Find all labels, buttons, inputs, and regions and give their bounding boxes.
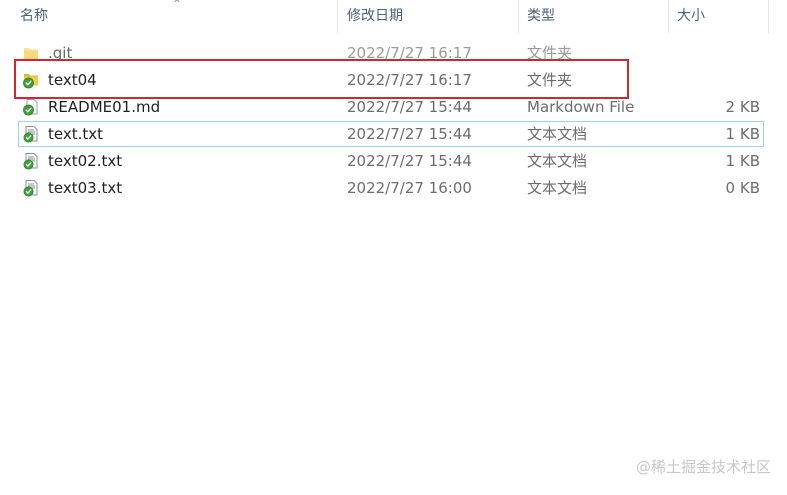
watermark: @稀土掘金技术社区	[635, 458, 771, 476]
file-name: text03.txt	[48, 179, 123, 197]
file-type: 文本文档	[527, 179, 588, 197]
file-type: 文件夹	[527, 71, 573, 89]
file-list: .git 2022/7/27 16:17 文件夹 text04 2022/7/2…	[0, 40, 787, 202]
file-name: text.txt	[48, 125, 104, 143]
file-size: 1 KB	[725, 125, 760, 143]
file-name: .git	[48, 44, 73, 62]
column-header-name[interactable]: 名称	[20, 0, 48, 33]
column-divider[interactable]	[668, 0, 669, 33]
file-row[interactable]: text03.txt 2022/7/27 16:00 文本文档 0 KB	[0, 175, 787, 202]
file-row[interactable]: .git 2022/7/27 16:17 文件夹	[0, 40, 787, 67]
text-file-synced-icon	[22, 125, 40, 143]
column-header: ⌃ 名称 修改日期 类型 大小	[0, 0, 787, 33]
file-type: 文件夹	[527, 44, 573, 62]
text-file-synced-icon	[22, 179, 40, 197]
file-type: Markdown File	[527, 98, 635, 116]
column-header-type[interactable]: 类型	[527, 0, 555, 33]
file-synced-icon	[22, 98, 40, 116]
file-type: 文本文档	[527, 152, 588, 170]
column-divider[interactable]	[518, 0, 519, 33]
file-name: README01.md	[48, 98, 161, 116]
column-header-date[interactable]: 修改日期	[347, 0, 403, 33]
folder-icon	[22, 44, 40, 62]
column-header-size[interactable]: 大小	[677, 0, 705, 33]
file-row[interactable]: text.txt 2022/7/27 15:44 文本文档 1 KB	[0, 121, 787, 148]
file-date: 2022/7/27 15:44	[347, 125, 472, 143]
file-size: 2 KB	[725, 98, 760, 116]
file-date: 2022/7/27 16:17	[347, 44, 472, 62]
file-explorer: ⌃ 名称 修改日期 类型 大小 .git 2022/7/27 16:17 文件夹	[0, 0, 787, 495]
file-type: 文本文档	[527, 125, 588, 143]
file-row[interactable]: text02.txt 2022/7/27 15:44 文本文档 1 KB	[0, 148, 787, 175]
file-date: 2022/7/27 15:44	[347, 98, 472, 116]
file-date: 2022/7/27 16:00	[347, 179, 472, 197]
file-row[interactable]: text04 2022/7/27 16:17 文件夹	[0, 67, 787, 94]
text-file-synced-icon	[22, 152, 40, 170]
file-size: 0 KB	[725, 179, 760, 197]
sort-ascending-icon: ⌃	[171, 0, 183, 11]
file-row[interactable]: README01.md 2022/7/27 15:44 Markdown Fil…	[0, 94, 787, 121]
column-divider[interactable]	[337, 0, 338, 33]
folder-synced-icon	[22, 71, 40, 89]
file-size: 1 KB	[725, 152, 760, 170]
file-date: 2022/7/27 15:44	[347, 152, 472, 170]
file-date: 2022/7/27 16:17	[347, 71, 472, 89]
file-name: text04	[48, 71, 97, 89]
column-divider[interactable]	[768, 0, 769, 33]
file-name: text02.txt	[48, 152, 123, 170]
